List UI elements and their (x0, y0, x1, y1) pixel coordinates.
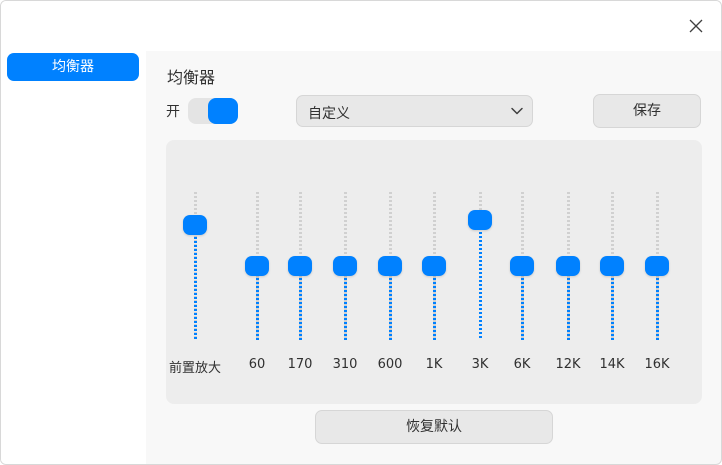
eq-slider-fill (194, 225, 197, 340)
eq-slider-handle[interactable] (645, 256, 669, 276)
eq-slider-fill (433, 266, 436, 340)
save-button[interactable]: 保存 (593, 94, 701, 128)
close-button[interactable] (683, 13, 709, 39)
eq-slider-handle[interactable] (245, 256, 269, 276)
eq-slider-fill (389, 266, 392, 340)
eq-slider-fill (611, 266, 614, 340)
eq-band-label: 前置放大 (168, 361, 221, 376)
toggle-knob (208, 98, 238, 124)
eq-slider-handle[interactable] (600, 256, 624, 276)
reset-defaults-button[interactable]: 恢复默认 (315, 410, 553, 444)
eq-slider-fill (521, 266, 524, 340)
eq-slider-handle[interactable] (288, 256, 312, 276)
sidebar-item-equalizer[interactable]: 均衡器 (7, 53, 139, 81)
equalizer-window: 均衡器 均衡器 开 自定义 保存 前置放大 60 170 310 600 1K 3K 6K 12… (0, 0, 722, 465)
titlebar (1, 1, 721, 51)
eq-slider-fill (344, 266, 347, 340)
chevron-down-icon (511, 107, 523, 115)
sidebar: 均衡器 (1, 51, 146, 464)
equalizer-panel: 前置放大 60 170 310 600 1K 3K 6K 12K 14K 16K (166, 140, 702, 404)
eq-slider-handle[interactable] (422, 256, 446, 276)
eq-slider-fill (656, 266, 659, 340)
eq-slider-handle[interactable] (510, 256, 534, 276)
eq-slider-handle[interactable] (378, 256, 402, 276)
eq-slider-fill (256, 266, 259, 340)
eq-slider-fill (567, 266, 570, 340)
eq-slider-handle[interactable] (556, 256, 580, 276)
eq-slider-fill (479, 219, 482, 340)
eq-band: 16K (632, 140, 682, 404)
section-title: 均衡器 (167, 68, 216, 87)
eq-slider-fill (299, 266, 302, 340)
switch-label: 开 (166, 104, 180, 120)
eq-band-label: 16K (644, 357, 670, 372)
eq-slider-handle[interactable] (183, 215, 207, 236)
close-icon (689, 19, 703, 33)
preset-select-value: 自定义 (308, 106, 350, 122)
preset-select[interactable]: 自定义 (296, 95, 533, 127)
eq-slider-handle[interactable] (468, 209, 492, 230)
eq-band: 前置放大 (169, 140, 221, 404)
eq-slider-handle[interactable] (333, 256, 357, 276)
equalizer-toggle[interactable] (188, 98, 238, 124)
